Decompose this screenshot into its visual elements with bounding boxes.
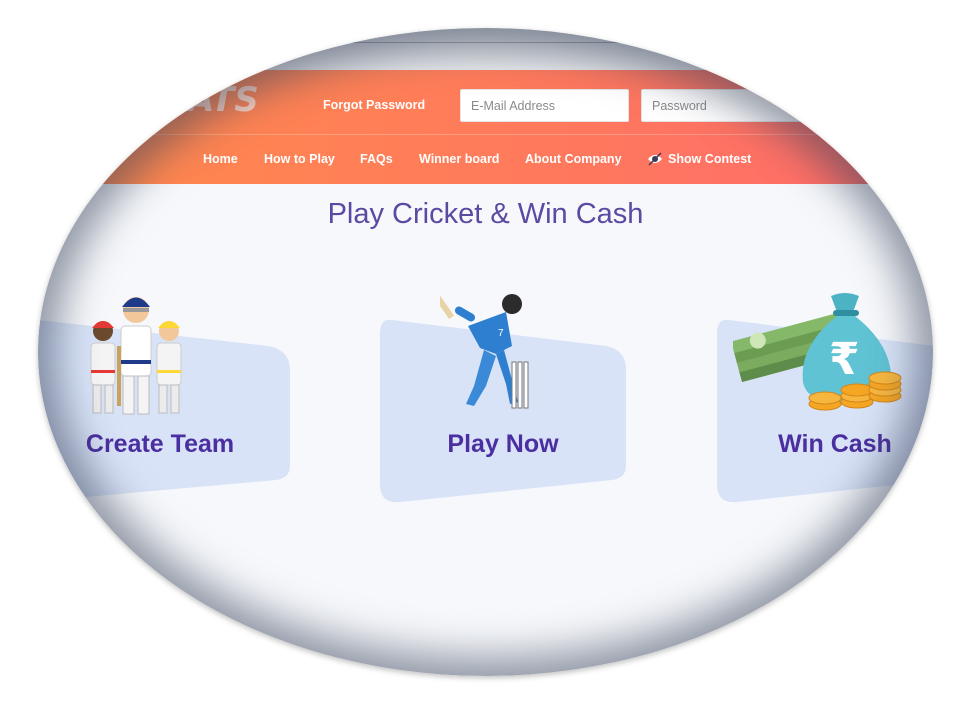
nav-item-winner-board[interactable]: Winner board [419, 152, 499, 166]
win-cash-card[interactable]: ₹ Win Cash [715, 293, 933, 503]
main-nav: Home How to Play FAQs Winner board About… [38, 152, 933, 182]
show-contest-label: Show Contest [668, 152, 752, 166]
play-now-card[interactable]: 7 Play Now [378, 290, 628, 503]
nav-item-home[interactable]: Home [203, 152, 238, 166]
browser-divider [268, 42, 703, 43]
header-divider [38, 134, 933, 135]
eye-icon [648, 152, 662, 166]
create-team-label: Create Team [85, 430, 235, 458]
page-title: Play Cricket & Win Cash [327, 198, 644, 230]
nav-item-faqs[interactable]: FAQs [360, 152, 393, 166]
play-now-label: Play Now [447, 430, 559, 458]
browser-chrome-strip [38, 28, 933, 71]
site-logo[interactable]: ATS [188, 80, 259, 120]
email-field[interactable] [460, 89, 629, 122]
money-bag-icon: ₹ [733, 293, 902, 411]
forgot-password-link[interactable]: Forgot Password [323, 98, 425, 112]
create-team-card[interactable]: Create Team [38, 297, 293, 503]
oval-vignette-frame: ATS Forgot Password Home How to Play FAQ… [38, 28, 933, 676]
batsman-icon: 7 [440, 290, 529, 409]
password-field[interactable] [641, 89, 841, 122]
cricket-players-icon [90, 297, 182, 415]
win-cash-label: Win Cash [778, 430, 892, 458]
site-header: ATS Forgot Password Home How to Play FAQ… [38, 70, 933, 184]
nav-item-show-contest[interactable]: Show Contest [647, 152, 751, 166]
svg-text:7: 7 [498, 328, 504, 339]
svg-text:₹: ₹ [829, 334, 860, 385]
nav-item-about-company[interactable]: About Company [525, 152, 622, 166]
nav-item-how-to-play[interactable]: How to Play [264, 152, 335, 166]
